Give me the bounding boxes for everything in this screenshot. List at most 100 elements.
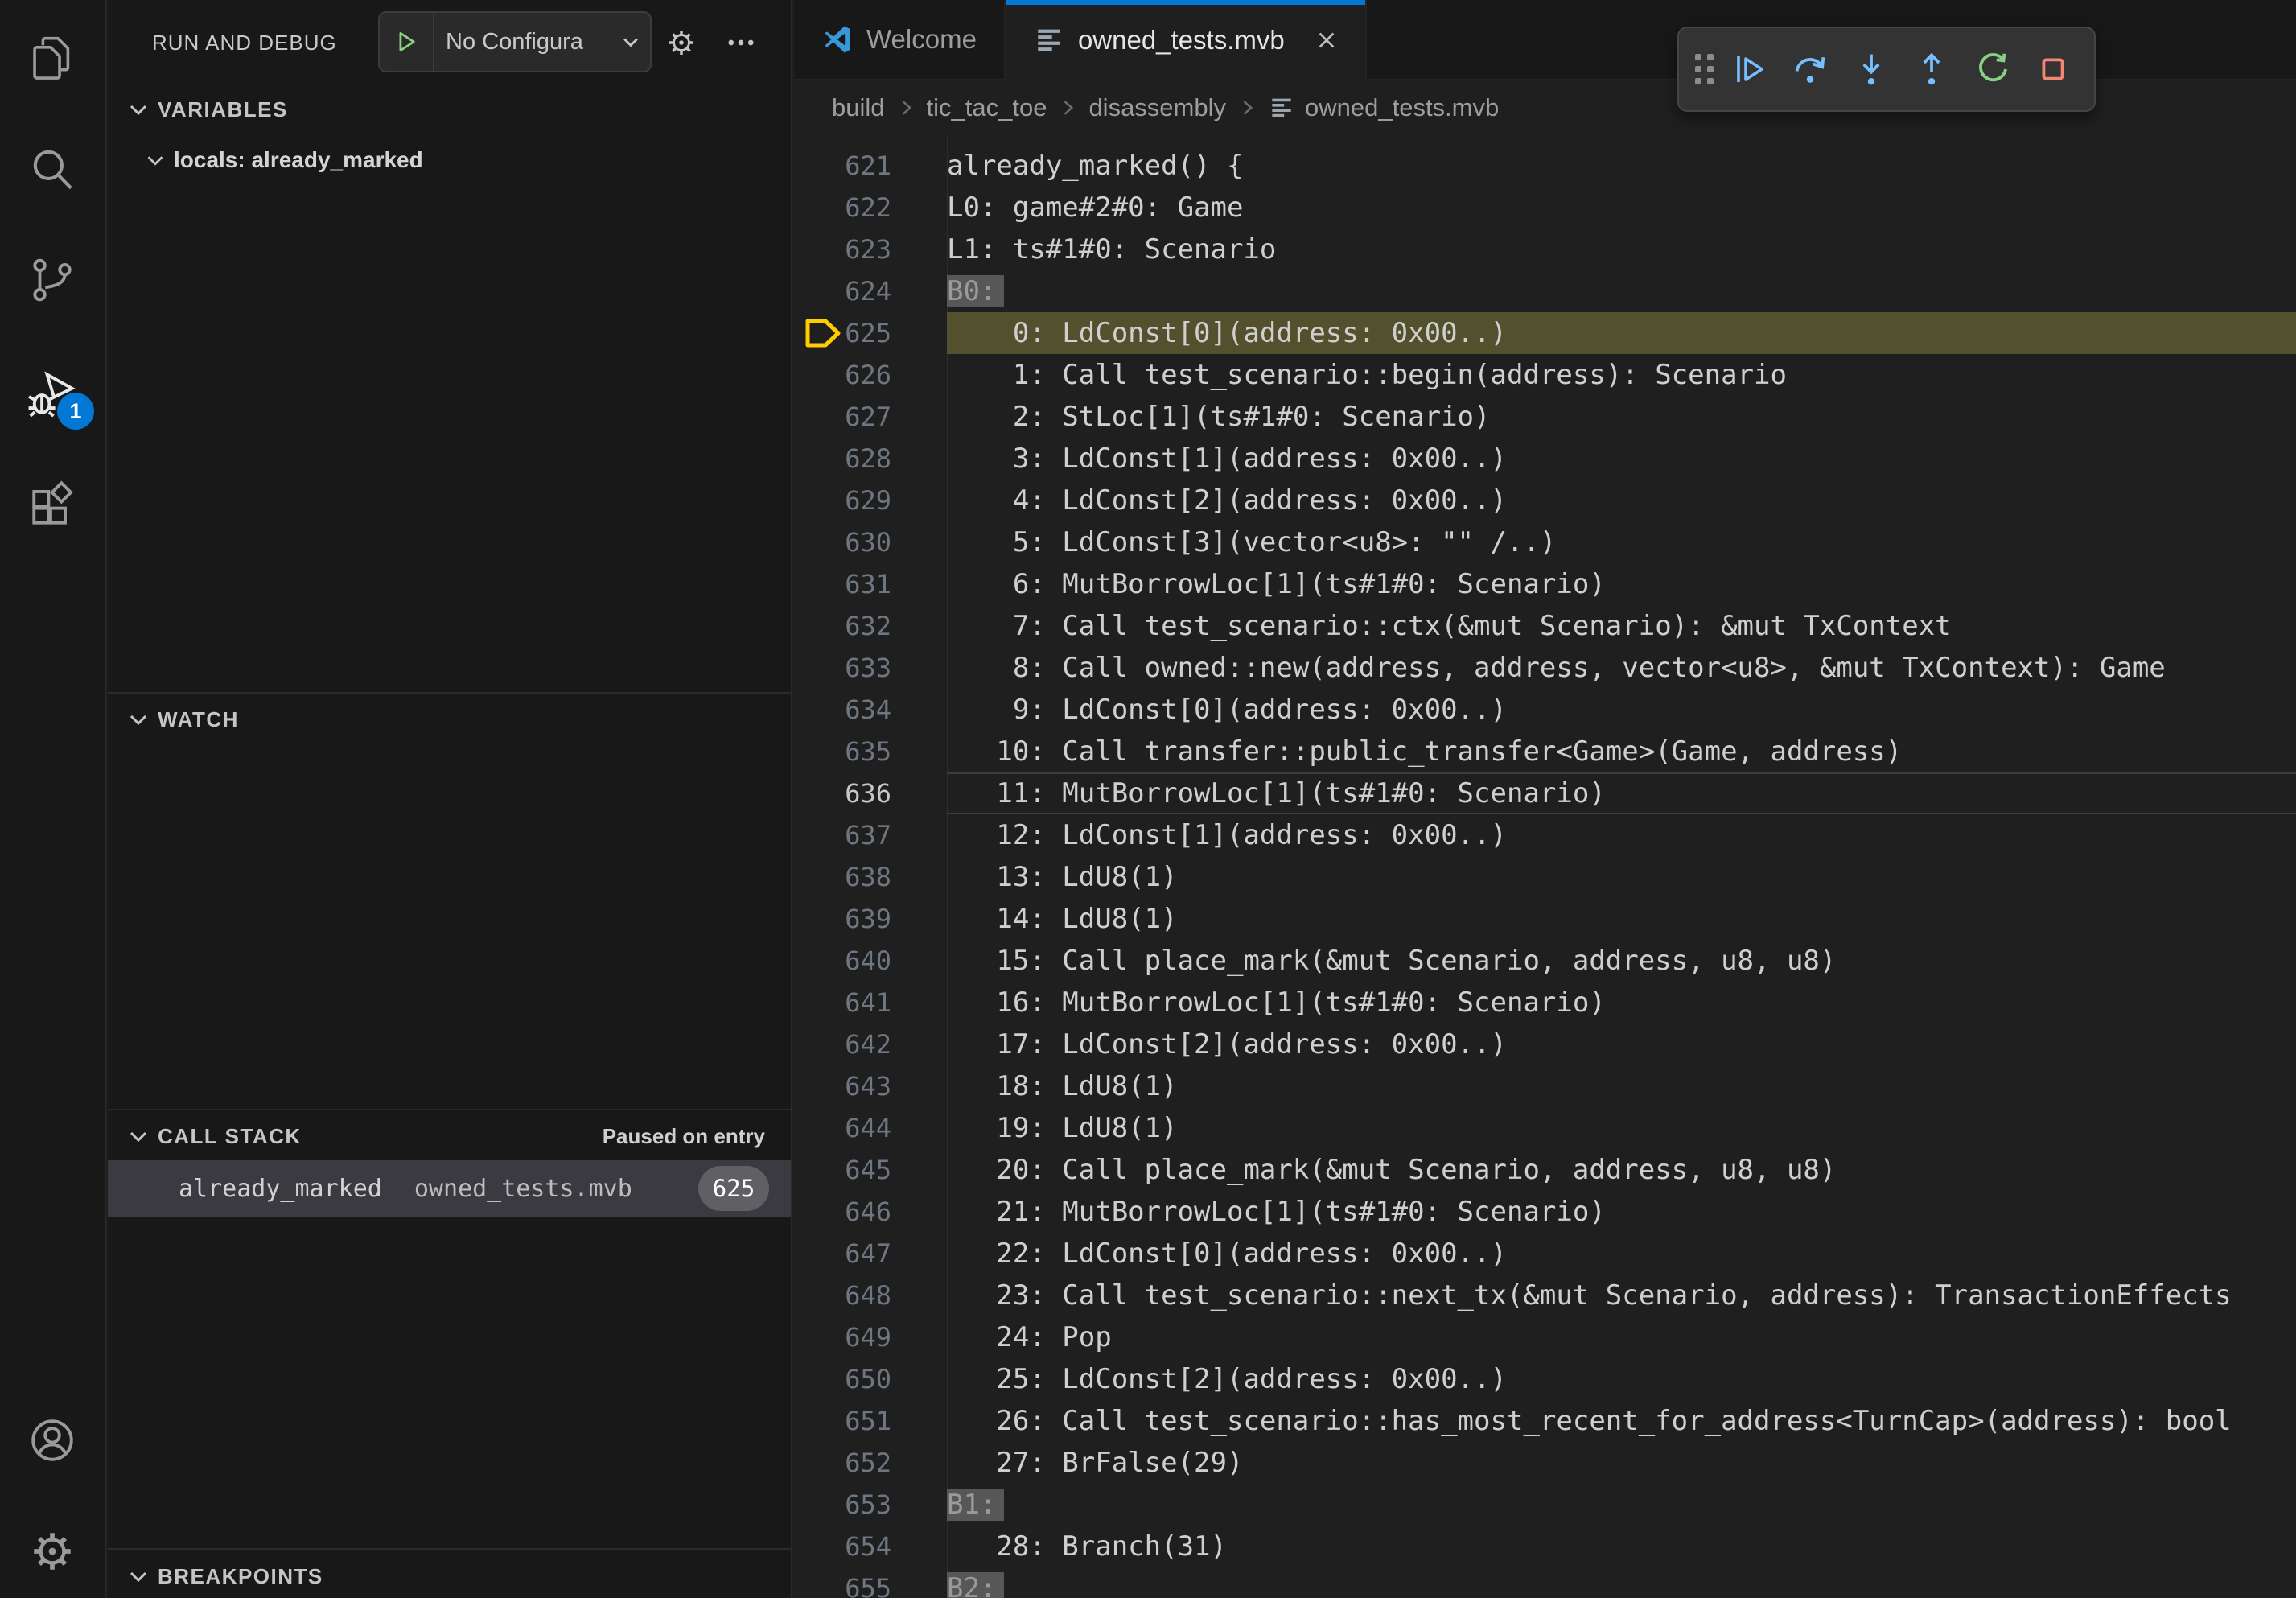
code-line[interactable]: 632 7: Call test_scenario::ctx(&mut Scen… <box>794 605 2296 647</box>
settings-gear-icon[interactable] <box>22 1521 83 1582</box>
breadcrumb-item[interactable]: disassembly <box>1088 93 1226 122</box>
line-number-gutter[interactable]: 630 <box>794 521 947 563</box>
step-into-button[interactable] <box>1846 39 1896 100</box>
debug-settings-gear-icon[interactable] <box>665 26 698 60</box>
code-line[interactable]: 639 14: LdU8(1) <box>794 898 2296 940</box>
code-line[interactable]: 626 1: Call test_scenario::begin(address… <box>794 354 2296 396</box>
code-line[interactable]: 646 21: MutBorrowLoc[1](ts#1#0: Scenario… <box>794 1191 2296 1233</box>
line-number-gutter[interactable]: 624 <box>794 270 947 312</box>
code-line[interactable]: 621already_marked() { <box>794 145 2296 187</box>
call-stack-section-header[interactable]: CALL STACK Paused on entry <box>108 1114 791 1159</box>
line-number-gutter[interactable]: 627 <box>794 396 947 438</box>
code-line[interactable]: 623L1: ts#1#0: Scenario <box>794 229 2296 270</box>
line-number-gutter[interactable]: 653 <box>794 1484 947 1526</box>
code-line[interactable]: 628 3: LdConst[1](address: 0x00..) <box>794 438 2296 480</box>
code-line[interactable]: 630 5: LdConst[3](vector<u8>: "" /..) <box>794 521 2296 563</box>
code-line[interactable]: 655B2: <box>794 1567 2296 1598</box>
watch-section-header[interactable]: WATCH <box>108 697 791 742</box>
code-line[interactable]: 653B1: <box>794 1484 2296 1526</box>
line-number-gutter[interactable]: 632 <box>794 605 947 647</box>
account-icon[interactable] <box>22 1410 83 1471</box>
line-number-gutter[interactable]: 655 <box>794 1567 947 1598</box>
code-line[interactable]: 651 26: Call test_scenario::has_most_rec… <box>794 1400 2296 1442</box>
variables-scope-row[interactable]: locals: already_marked <box>108 137 791 183</box>
line-number-gutter[interactable]: 637 <box>794 814 947 856</box>
code-line[interactable]: 640 15: Call place_mark(&mut Scenario, a… <box>794 940 2296 982</box>
variables-section-header[interactable]: VARIABLES <box>108 87 791 132</box>
step-out-button[interactable] <box>1907 39 1957 100</box>
code-line[interactable]: 648 23: Call test_scenario::next_tx(&mut… <box>794 1275 2296 1316</box>
line-number-gutter[interactable]: 638 <box>794 856 947 898</box>
line-number-gutter[interactable]: 636 <box>794 772 947 814</box>
code-line[interactable]: 624B0: <box>794 270 2296 312</box>
code-line[interactable]: 637 12: LdConst[1](address: 0x00..) <box>794 814 2296 856</box>
code-line[interactable]: 622L0: game#2#0: Game <box>794 187 2296 229</box>
debug-config-dropdown[interactable]: No Configura <box>378 11 652 72</box>
stop-button[interactable] <box>2028 39 2078 100</box>
line-number-gutter[interactable]: 645 <box>794 1149 947 1191</box>
line-number-gutter[interactable]: 647 <box>794 1233 947 1275</box>
run-and-debug-icon[interactable]: 1 <box>22 364 83 425</box>
more-actions-icon[interactable] <box>724 26 758 60</box>
line-number-gutter[interactable]: 648 <box>794 1275 947 1316</box>
breadcrumb-item[interactable]: tic_tac_toe <box>927 93 1047 122</box>
restart-button[interactable] <box>1968 39 2018 100</box>
line-number-gutter[interactable]: 646 <box>794 1191 947 1233</box>
line-number-gutter[interactable]: 640 <box>794 940 947 982</box>
continue-button[interactable] <box>1725 39 1775 100</box>
line-number-gutter[interactable]: 652 <box>794 1442 947 1484</box>
line-number-gutter[interactable]: 639 <box>794 898 947 940</box>
code-line[interactable]: 641 16: MutBorrowLoc[1](ts#1#0: Scenario… <box>794 982 2296 1023</box>
line-number-gutter[interactable]: 623 <box>794 229 947 270</box>
code-line[interactable]: 650 25: LdConst[2](address: 0x00..) <box>794 1358 2296 1400</box>
line-number-gutter[interactable]: 629 <box>794 480 947 521</box>
tab-welcome[interactable]: Welcome <box>794 0 1006 79</box>
code-line[interactable]: 638 13: LdU8(1) <box>794 856 2296 898</box>
line-number-gutter[interactable]: 633 <box>794 647 947 689</box>
toolbar-drag-handle[interactable] <box>1695 54 1714 84</box>
line-number-gutter[interactable]: 650 <box>794 1358 947 1400</box>
code-line[interactable]: 652 27: BrFalse(29) <box>794 1442 2296 1484</box>
line-number-gutter[interactable]: 622 <box>794 187 947 229</box>
close-icon[interactable] <box>1309 23 1344 58</box>
breadcrumb-item-file[interactable]: owned_tests.mvb <box>1268 93 1499 122</box>
line-number-gutter[interactable]: 628 <box>794 438 947 480</box>
code-line[interactable]: 633 8: Call owned::new(address, address,… <box>794 647 2296 689</box>
line-number-gutter[interactable]: 642 <box>794 1023 947 1065</box>
line-number-gutter[interactable]: 625 <box>794 312 947 354</box>
line-number-gutter[interactable]: 634 <box>794 689 947 731</box>
code-line[interactable]: 654 28: Branch(31) <box>794 1526 2296 1567</box>
tab-owned-tests[interactable]: owned_tests.mvb <box>1006 0 1367 80</box>
code-line[interactable]: 636 11: MutBorrowLoc[1](ts#1#0: Scenario… <box>794 772 2296 814</box>
line-number-gutter[interactable]: 651 <box>794 1400 947 1442</box>
line-number-gutter[interactable]: 621 <box>794 145 947 187</box>
call-stack-frame[interactable]: already_marked owned_tests.mvb 625 <box>108 1160 791 1217</box>
line-number-gutter[interactable]: 635 <box>794 731 947 772</box>
code-line[interactable]: 649 24: Pop <box>794 1316 2296 1358</box>
line-number-gutter[interactable]: 654 <box>794 1526 947 1567</box>
code-line[interactable]: 629 4: LdConst[2](address: 0x00..) <box>794 480 2296 521</box>
code-line[interactable]: 644 19: LdU8(1) <box>794 1107 2296 1149</box>
code-line[interactable]: 634 9: LdConst[0](address: 0x00..) <box>794 689 2296 731</box>
code-line[interactable]: 645 20: Call place_mark(&mut Scenario, a… <box>794 1149 2296 1191</box>
code-area[interactable]: 621already_marked() {622L0: game#2#0: Ga… <box>794 135 2296 1598</box>
code-line[interactable]: 631 6: MutBorrowLoc[1](ts#1#0: Scenario) <box>794 563 2296 605</box>
code-line[interactable]: 635 10: Call transfer::public_transfer<G… <box>794 731 2296 772</box>
breadcrumb-item[interactable]: build <box>832 93 885 122</box>
line-number-gutter[interactable]: 631 <box>794 563 947 605</box>
start-debug-icon[interactable] <box>380 13 434 71</box>
line-number-gutter[interactable]: 641 <box>794 982 947 1023</box>
search-icon[interactable] <box>22 138 83 200</box>
code-line[interactable]: 627 2: StLoc[1](ts#1#0: Scenario) <box>794 396 2296 438</box>
code-line[interactable]: 625 0: LdConst[0](address: 0x00..) <box>794 312 2296 354</box>
line-number-gutter[interactable]: 649 <box>794 1316 947 1358</box>
source-control-icon[interactable] <box>22 249 83 311</box>
explorer-icon[interactable] <box>22 28 83 89</box>
line-number-gutter[interactable]: 644 <box>794 1107 947 1149</box>
step-over-button[interactable] <box>1785 39 1835 100</box>
extensions-icon[interactable] <box>22 475 83 536</box>
code-line[interactable]: 642 17: LdConst[2](address: 0x00..) <box>794 1023 2296 1065</box>
line-number-gutter[interactable]: 626 <box>794 354 947 396</box>
line-number-gutter[interactable]: 643 <box>794 1065 947 1107</box>
code-line[interactable]: 647 22: LdConst[0](address: 0x00..) <box>794 1233 2296 1275</box>
